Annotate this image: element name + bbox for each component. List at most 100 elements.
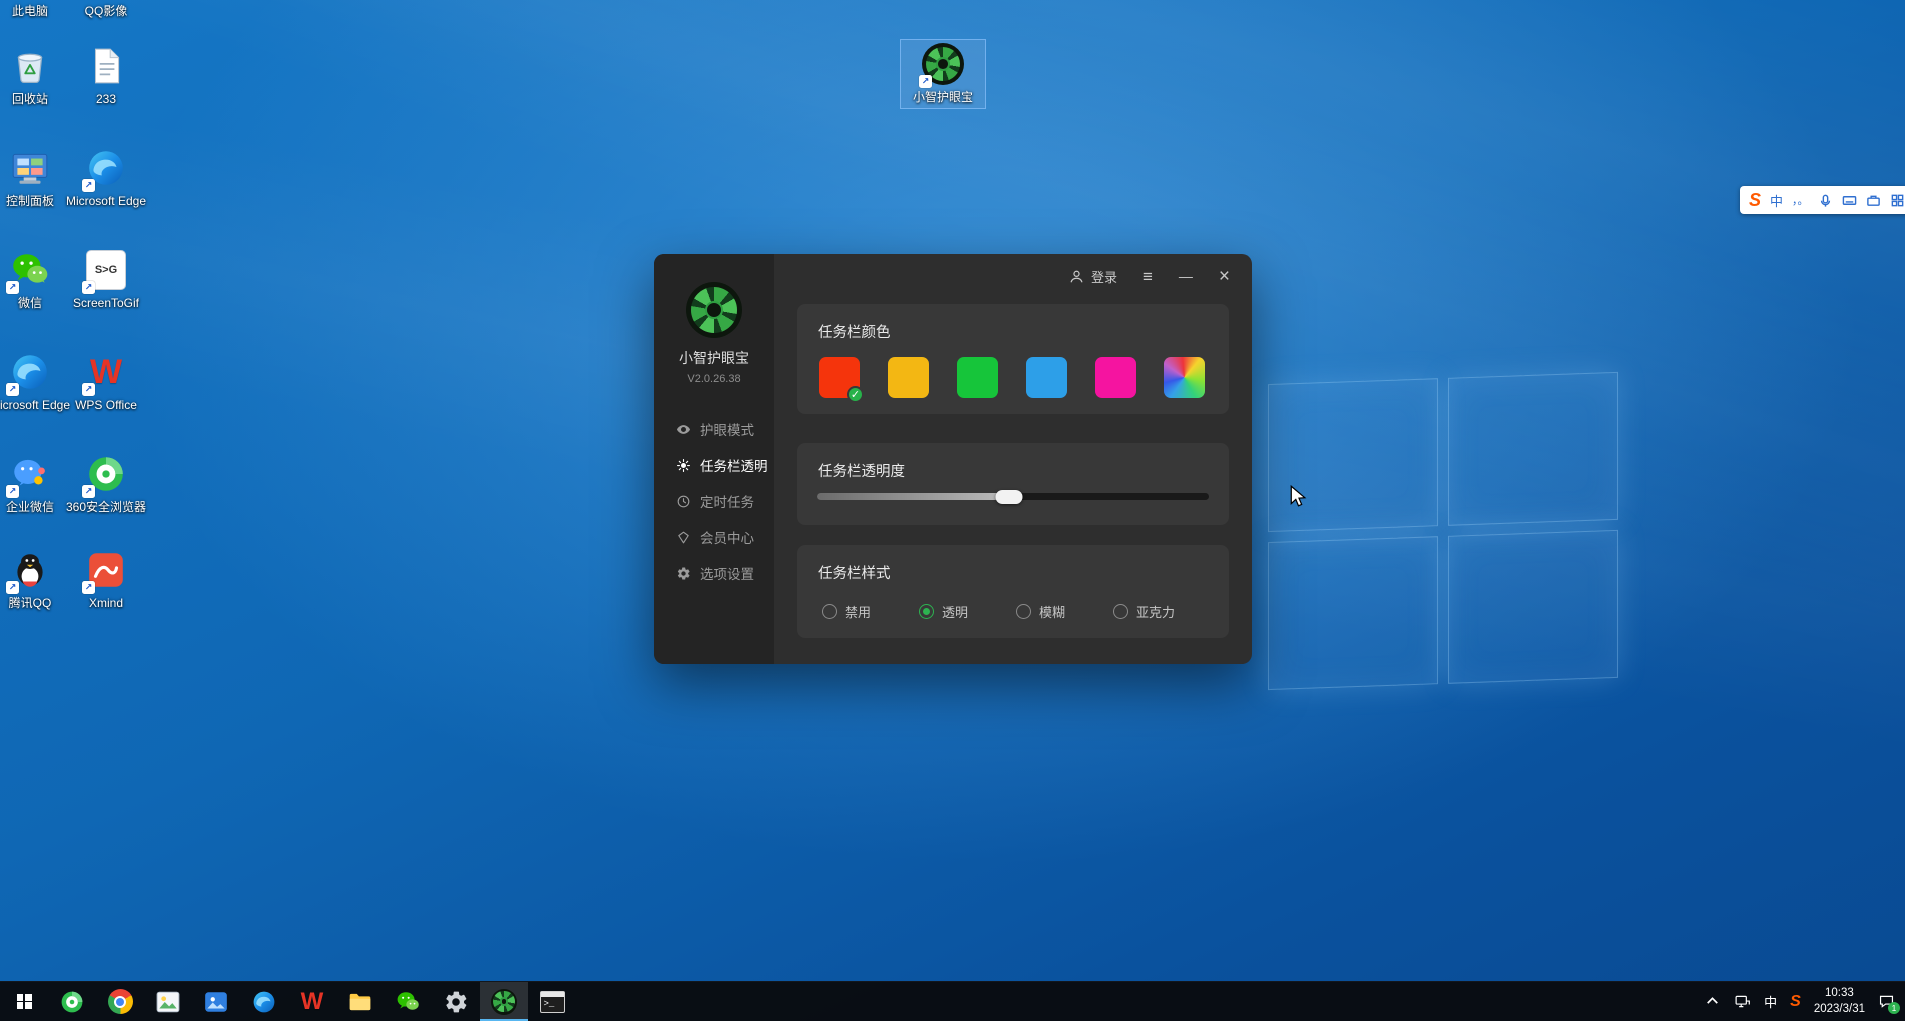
desktop-icon-this-pc[interactable]: 此电脑 (0, 0, 72, 22)
soft-keyboard-icon[interactable] (1842, 193, 1857, 208)
toolbox-icon[interactable] (1866, 193, 1881, 208)
desktop-icon-wechat[interactable]: ↗ 微信 (0, 246, 72, 314)
app-main-area: 登录 ≡ — × 任务栏颜色 ✓ 任务栏透明度 (774, 254, 1252, 664)
taskbar-app-wechat[interactable] (384, 982, 432, 1021)
color-swatch-green[interactable] (957, 357, 998, 398)
color-swatch-red[interactable]: ✓ (819, 357, 860, 398)
tray-date: 2023/3/31 (1814, 1002, 1865, 1018)
transparency-slider-thumb[interactable] (996, 490, 1023, 504)
tray-clock[interactable]: 10:33 2023/3/31 (1814, 986, 1865, 1017)
check-icon: ✓ (847, 386, 864, 403)
wps-icon: W ↗ (85, 351, 127, 393)
desktop-icon-233-document[interactable]: 233 (64, 42, 148, 110)
menu-item-label: 定时任务 (700, 491, 754, 511)
style-radio-group: 禁用 透明 模糊 亚克力 (797, 583, 1229, 621)
desktop-icon-wps[interactable]: W ↗ WPS Office (64, 348, 148, 416)
shortcut-arrow-icon: ↗ (82, 281, 95, 294)
taskbar-app-chrome[interactable] (96, 982, 144, 1021)
radio-circle-icon (1016, 604, 1031, 619)
qq-icon: ↗ (9, 549, 51, 591)
action-center-icon[interactable]: 1 (1878, 993, 1895, 1010)
desktop-icon-edge[interactable]: ↗ Microsoft Edge (0, 348, 72, 416)
windows-logo-pane (1448, 372, 1618, 526)
color-swatch-rainbow[interactable] (1164, 357, 1205, 398)
tray-sogou-icon[interactable]: S (1790, 993, 1801, 1011)
color-swatch-magenta[interactable] (1095, 357, 1136, 398)
shortcut-arrow-icon: ↗ (6, 281, 19, 294)
desktop-icon-recycle-bin[interactable]: 回收站 (0, 42, 72, 110)
taskbar-transparency-card: 任务栏透明度 (797, 443, 1229, 525)
menu-item-taskbar-transparent[interactable]: 任务栏透明 (654, 447, 774, 483)
tray-chevron-up-icon[interactable] (1704, 993, 1721, 1010)
app-name: 小智护眼宝 (679, 348, 749, 368)
edge-icon: ↗ (85, 147, 127, 189)
radio-circle-icon (919, 604, 934, 619)
transparency-slider-fill (817, 493, 1009, 500)
desktop-icon-xmind[interactable]: ↗ Xmind (64, 546, 148, 614)
color-swatch-blue[interactable] (1026, 357, 1067, 398)
menu-item-member-center[interactable]: 会员中心 (654, 519, 774, 555)
windows-logo-pane (1268, 536, 1438, 690)
start-button[interactable] (0, 982, 48, 1021)
radio-label: 透明 (942, 602, 968, 621)
edge-icon (251, 989, 277, 1015)
ime-language-mode[interactable]: 中 (1770, 191, 1783, 210)
radio-blur[interactable]: 模糊 (1016, 602, 1065, 621)
text-document-icon (85, 45, 127, 87)
sogou-logo-icon[interactable]: S (1749, 190, 1761, 211)
desktop-icon-wecom[interactable]: ↗ 企业微信 (0, 450, 72, 518)
windows-logo-wallpaper (1268, 372, 1618, 690)
desktop-icon-edge-2[interactable]: ↗ Microsoft Edge (64, 144, 148, 212)
gallery-icon (155, 989, 181, 1015)
close-button[interactable]: × (1219, 267, 1230, 286)
desktop-icon-screentogif[interactable]: S>G ↗ ScreenToGif (64, 246, 148, 314)
desktop-icon-label: 小智护眼宝 (913, 90, 973, 105)
tray-ime-language[interactable]: 中 (1764, 992, 1777, 1011)
taskbar-app-console[interactable] (528, 982, 576, 1021)
taskbar-app-file-explorer[interactable] (336, 982, 384, 1021)
tray-display-network-icon[interactable] (1734, 993, 1751, 1010)
desktop-icon-label: 微信 (18, 296, 42, 311)
grid-menu-icon[interactable] (1890, 193, 1905, 208)
taskbar-app-wps[interactable]: W (288, 982, 336, 1021)
taskbar-app-settings[interactable] (432, 982, 480, 1021)
gear-icon (676, 566, 691, 581)
microphone-icon[interactable] (1818, 193, 1833, 208)
menu-item-options[interactable]: 选项设置 (654, 555, 774, 591)
brightness-icon (676, 458, 691, 473)
xmind-icon: ↗ (85, 549, 127, 591)
desktop-icon-eyecare-selected[interactable]: ↗ 小智护眼宝 (901, 40, 985, 108)
shortcut-arrow-icon: ↗ (82, 581, 95, 594)
desktop-icon-qq[interactable]: ↗ 腾讯QQ (0, 546, 72, 614)
desktop-icon-control-panel[interactable]: 控制面板 (0, 144, 72, 212)
desktop-icon-label: Microsoft Edge (66, 194, 146, 209)
taskbar-app-360-browser[interactable] (48, 982, 96, 1021)
shortcut-arrow-icon: ↗ (6, 485, 19, 498)
taskbar-app-eyecare[interactable] (480, 982, 528, 1021)
color-swatch-yellow[interactable] (888, 357, 929, 398)
radio-acrylic[interactable]: 亚克力 (1113, 602, 1175, 621)
desktop-icon-360-browser[interactable]: ↗ 360安全浏览器 (64, 450, 148, 518)
taskbar-app-photos[interactable] (192, 982, 240, 1021)
menu-item-eye-mode[interactable]: 护眼模式 (654, 411, 774, 447)
desktop-icon-label: 360安全浏览器 (66, 500, 146, 515)
radio-transparent[interactable]: 透明 (919, 602, 968, 621)
login-button[interactable]: 登录 (1068, 267, 1117, 286)
taskbar-app-edge[interactable] (240, 982, 288, 1021)
menu-item-scheduled-tasks[interactable]: 定时任务 (654, 483, 774, 519)
desktop-icon-label: 此电脑 (12, 4, 48, 19)
desktop-icon-qq-image[interactable]: QQ影像 (64, 0, 148, 22)
taskbar-style-card: 任务栏样式 禁用 透明 模糊 亚克力 (797, 545, 1229, 638)
wechat-icon (395, 989, 421, 1015)
shortcut-arrow-icon: ↗ (6, 581, 19, 594)
hamburger-menu-icon[interactable]: ≡ (1143, 268, 1153, 285)
taskbar-app-gallery[interactable] (144, 982, 192, 1021)
radio-disable[interactable]: 禁用 (822, 602, 871, 621)
menu-item-label: 护眼模式 (700, 419, 754, 439)
section-title: 任务栏样式 (797, 545, 1229, 583)
shortcut-arrow-icon: ↗ (82, 179, 95, 192)
transparency-slider[interactable] (817, 493, 1209, 500)
ime-punctuation-mode[interactable]: ，。 (1792, 192, 1809, 208)
minimize-button[interactable]: — (1179, 269, 1193, 283)
login-label: 登录 (1091, 267, 1117, 286)
